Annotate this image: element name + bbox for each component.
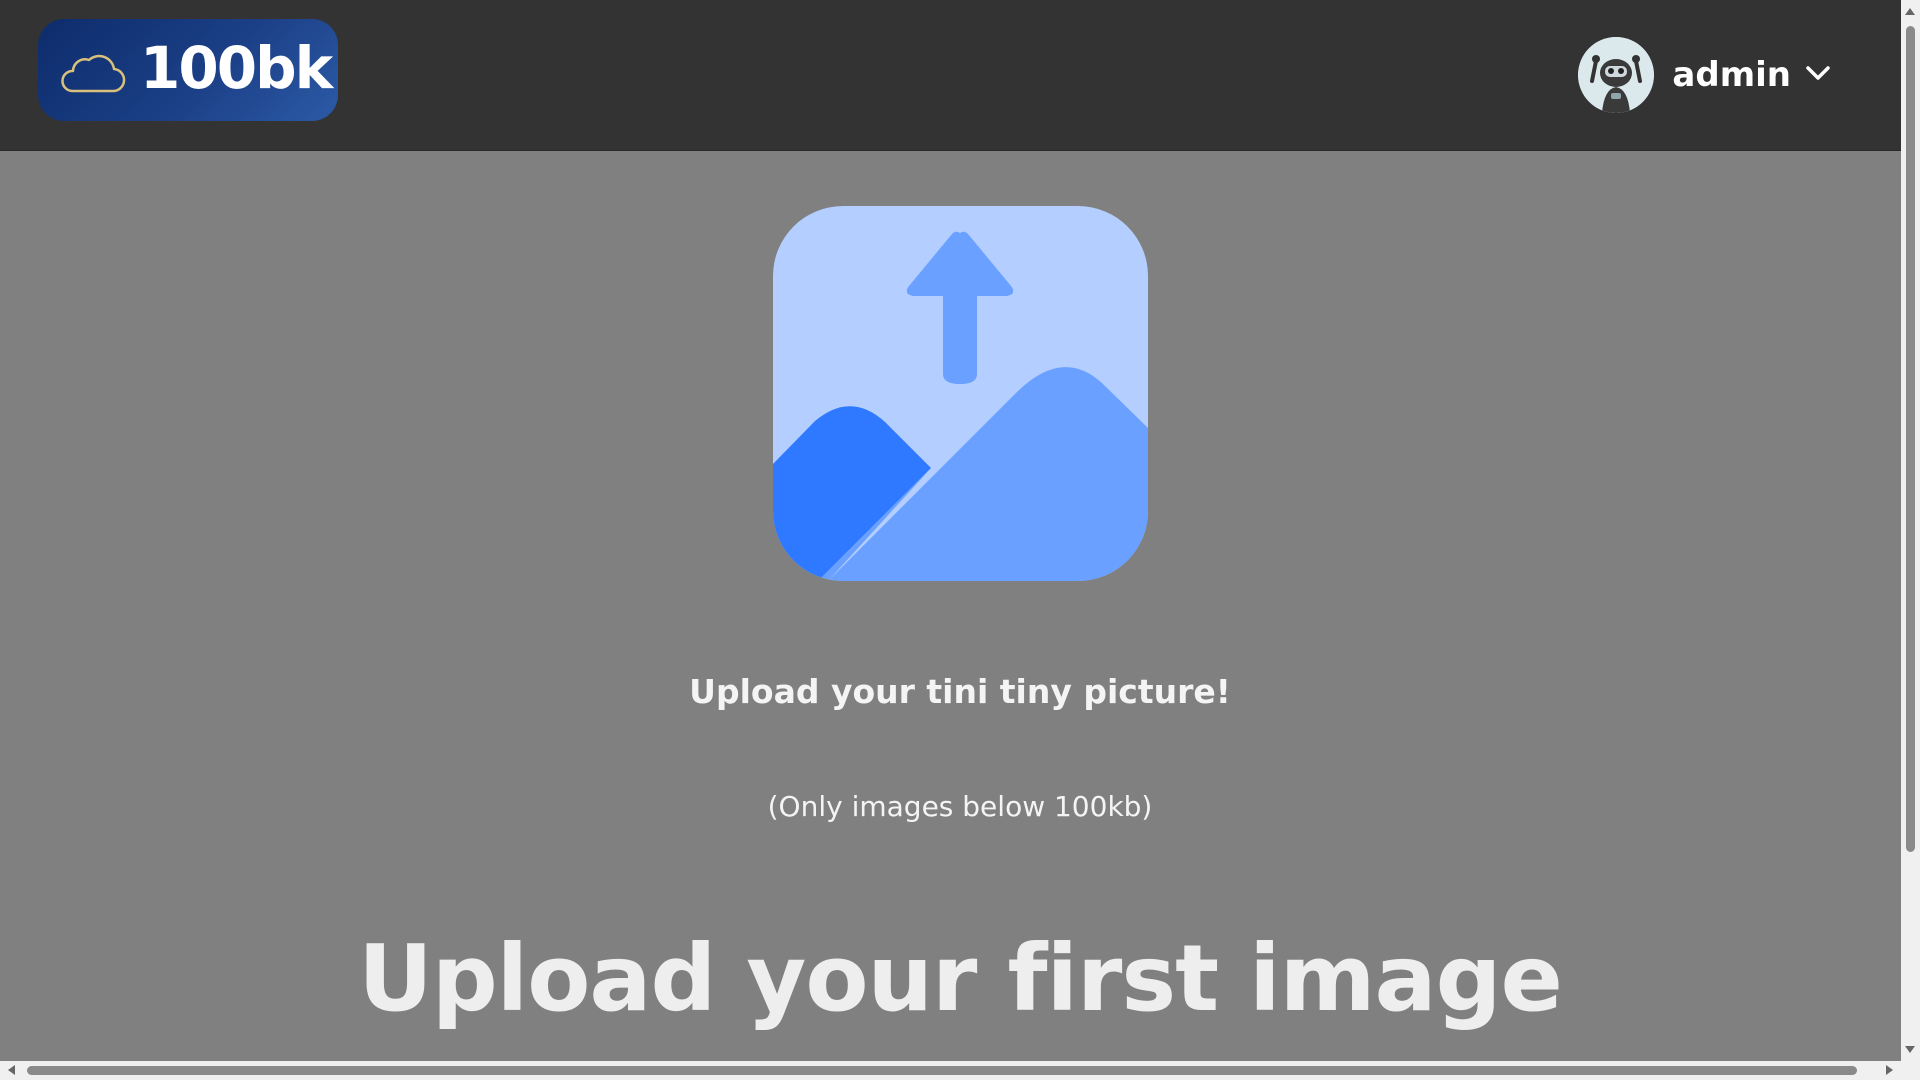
user-menu[interactable]: admin <box>1578 36 1831 114</box>
scroll-right-icon[interactable] <box>1886 1065 1893 1075</box>
scroll-left-icon[interactable] <box>8 1065 15 1075</box>
upload-prompt: Upload your tini tiny picture! <box>689 672 1231 711</box>
brand-logo[interactable]: 100bk <box>38 19 338 121</box>
image-upload-icon[interactable] <box>773 206 1148 581</box>
vertical-scroll-thumb[interactable] <box>1906 26 1915 852</box>
cloud-icon <box>58 49 126 99</box>
robot-avatar-icon[interactable] <box>1578 37 1655 113</box>
scroll-down-icon[interactable] <box>1905 1046 1915 1053</box>
page-headline: Upload your first image <box>358 925 1563 1032</box>
scrollbar-corner <box>1901 1061 1920 1080</box>
vertical-scrollbar[interactable] <box>1901 0 1920 1061</box>
horizontal-scroll-thumb[interactable] <box>27 1066 1857 1075</box>
username-label[interactable]: admin <box>1672 55 1791 95</box>
size-limit-note: (Only images below 100kb) <box>767 790 1153 823</box>
scroll-up-icon[interactable] <box>1905 8 1915 15</box>
horizontal-scrollbar[interactable] <box>0 1061 1901 1080</box>
top-navbar: 100bk admin <box>0 0 1901 151</box>
brand-name: 100bk <box>140 34 333 102</box>
chevron-down-icon[interactable] <box>1805 64 1831 86</box>
